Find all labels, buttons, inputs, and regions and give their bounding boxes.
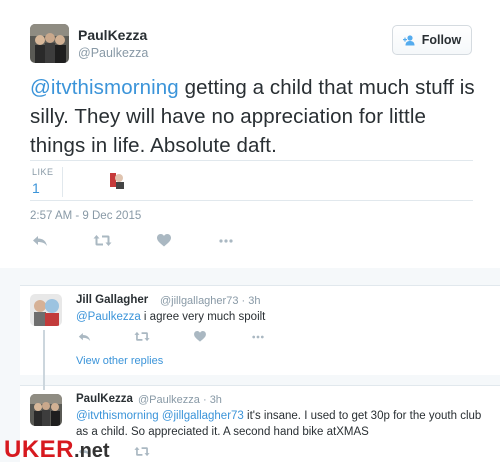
more-dots-icon (252, 335, 264, 339)
reply-text: @itvthismorning @jillgallagher73 it's in… (76, 408, 486, 440)
divider (30, 200, 473, 201)
tweet-mention-link[interactable]: @itvthismorning (30, 76, 179, 99)
more-button[interactable] (216, 238, 236, 243)
reply-mention-link[interactable]: @Paulkezza (76, 311, 141, 323)
retweet-button[interactable] (92, 234, 112, 247)
view-other-replies-link[interactable]: View other replies (76, 355, 163, 367)
retweet-button[interactable] (134, 331, 150, 342)
reply-icon (32, 235, 48, 247)
more-button[interactable] (250, 335, 266, 339)
follow-label: Follow (421, 33, 462, 47)
author-avatar[interactable] (30, 24, 69, 63)
retweet-button[interactable] (134, 446, 150, 457)
heart-icon (157, 234, 171, 247)
watermark-brand: UKER (4, 436, 75, 462)
author-name[interactable]: PaulKezza (78, 27, 147, 43)
stats-separator (62, 167, 63, 197)
reply-text: @Paulkezza i agree very much spoilt (76, 309, 476, 325)
likes-count[interactable]: 1 (32, 180, 40, 196)
more-dots-icon (219, 238, 233, 243)
reply-mention-link[interactable]: @jillgallagher73 (162, 410, 244, 422)
tweet-text: @itvthismorning getting a child that muc… (30, 73, 485, 160)
divider (30, 160, 473, 161)
main-tweet: PaulKezza @Paulkezza Follow @itvthismorn… (0, 0, 500, 268)
reply-meta[interactable]: @jillgallagher73 · 3h (160, 295, 260, 307)
retweet-icon (93, 234, 112, 247)
tweet-actions (30, 234, 236, 247)
heart-icon (194, 331, 206, 342)
reply-body: i agree very much spoilt (140, 311, 266, 323)
reply-actions (76, 331, 266, 342)
watermark-suffix: net (79, 440, 110, 462)
reply-author-name[interactable]: Jill Gallagher (76, 294, 148, 306)
likes-label: LIKE (32, 167, 54, 177)
liker-avatar[interactable] (107, 170, 127, 190)
tweet-timestamp[interactable]: 2:57 AM - 9 Dec 2015 (30, 210, 141, 222)
uker-watermark: UKER.net (4, 436, 110, 462)
reply-button[interactable] (76, 332, 92, 342)
reply-icon (78, 332, 91, 342)
reply-button[interactable] (30, 235, 50, 247)
like-button[interactable] (154, 234, 174, 247)
reply-mention-link[interactable]: @itvthismorning (76, 410, 159, 422)
like-button[interactable] (192, 331, 208, 342)
reply-meta[interactable]: @Paulkezza · 3h (138, 394, 222, 406)
follow-user-icon (402, 34, 416, 46)
retweet-icon (134, 446, 150, 457)
reply-author-name[interactable]: PaulKezza (76, 393, 133, 405)
thread-connector-line (43, 330, 45, 390)
follow-button[interactable]: Follow (392, 25, 472, 55)
author-handle[interactable]: @Paulkezza (78, 46, 148, 60)
reply-avatar-jill[interactable] (30, 294, 62, 326)
reply-avatar-paul[interactable] (30, 394, 62, 426)
retweet-icon (134, 331, 150, 342)
